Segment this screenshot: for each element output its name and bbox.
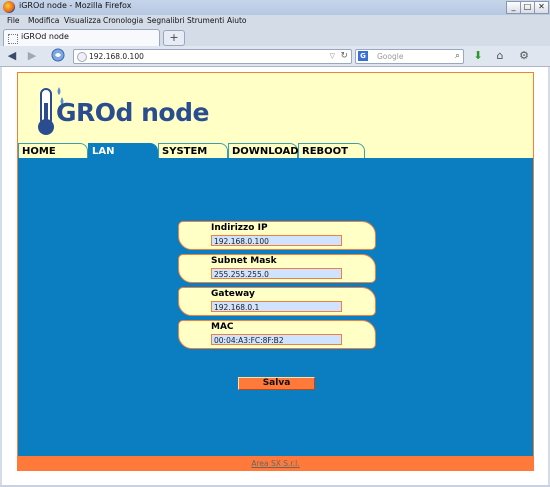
igrod-page: GROd node HOME LAN SYSTEM DOWNLOAD REBOO… [17,72,534,471]
menu-visualizza[interactable]: Visualizza [64,16,101,25]
maximize-button[interactable]: □ [520,1,535,14]
ip-address-label: Indirizzo IP [211,223,268,233]
nav-reboot[interactable]: REBOOT [298,143,365,158]
tab-strip: iGROd node + [0,27,550,46]
menu-cronologia[interactable]: Cronologia [103,16,143,25]
tab-title: iGROd node [21,32,69,41]
web-content: GROd node HOME LAN SYSTEM DOWNLOAD REBOO… [2,67,548,485]
nav-lan[interactable]: LAN [88,143,158,159]
logo-text: GROd node [56,98,209,127]
gateway-label: Gateway [211,289,255,299]
gateway-card: Gateway 192.168.0.1 [178,287,376,316]
nav-download[interactable]: DOWNLOAD [228,143,299,158]
title-bar: iGROd node - Mozilla Firefox _ □ ✕ [0,0,550,15]
page-footer: Area SX S.r.l. [17,456,534,471]
reload-icon[interactable]: ↻ [340,50,348,63]
firefox-icon [3,1,15,13]
navigation-toolbar: ◀ ▶ 192.168.0.100 ▽ ↻ G Google ⌕ ⬇ ⌂ ⚙ [0,46,550,67]
menu-file[interactable]: File [7,16,20,25]
forward-arrow-icon[interactable]: ▶ [24,48,40,64]
subnet-mask-field[interactable]: 255.255.255.0 [211,268,342,279]
lan-settings-panel: Indirizzo IP 192.168.0.100 Subnet Mask 2… [17,158,534,456]
save-button[interactable]: Salva [238,377,315,390]
gateway-field[interactable]: 192.168.0.1 [211,301,342,312]
menu-segnalibri[interactable]: Segnalibri [147,16,185,25]
mac-card: MAC 00:04:A3:FC:8F:B2 [178,320,376,349]
menu-aiuto[interactable]: Aiuto [227,16,247,25]
back-arrow-icon[interactable]: ◀ [4,48,20,64]
site-nav: HOME LAN SYSTEM DOWNLOAD REBOOT [18,143,535,159]
page-header: GROd node HOME LAN SYSTEM DOWNLOAD REBOO… [17,72,535,159]
window-title: iGROd node - Mozilla Firefox [19,1,132,10]
search-placeholder: Google [377,52,404,61]
url-bar[interactable]: 192.168.0.100 ▽ ↻ [73,49,352,64]
identity-icon[interactable] [50,48,66,64]
url-text: 192.168.0.100 [89,52,144,61]
footer-link[interactable]: Area SX S.r.l. [251,459,299,468]
download-icon[interactable]: ⬇ [470,48,486,64]
dropdown-arrow-icon[interactable]: ▽ [330,50,335,63]
menu-strumenti[interactable]: Strumenti [187,16,224,25]
addons-icon[interactable]: ⚙ [516,48,532,64]
minimize-button[interactable]: _ [506,1,521,14]
ip-address-field[interactable]: 192.168.0.100 [211,235,342,246]
menu-bar: File Modifica Visualizza Cronologia Segn… [0,15,550,27]
google-icon[interactable]: G [358,51,368,61]
menu-modifica[interactable]: Modifica [28,16,59,25]
page-favicon-icon [8,34,18,44]
new-tab-button[interactable]: + [163,30,185,46]
nav-home[interactable]: HOME [18,143,88,158]
search-magnifier-icon[interactable]: ⌕ [455,50,460,63]
globe-icon [77,52,87,62]
subnet-mask-card: Subnet Mask 255.255.255.0 [178,254,376,283]
mac-label: MAC [211,322,234,332]
browser-window: iGROd node - Mozilla Firefox _ □ ✕ File … [0,0,550,487]
mac-field[interactable]: 00:04:A3:FC:8F:B2 [211,334,342,345]
close-button[interactable]: ✕ [534,1,549,14]
ip-address-card: Indirizzo IP 192.168.0.100 [178,221,376,250]
home-icon[interactable]: ⌂ [492,48,508,64]
search-box[interactable]: G Google ⌕ [355,49,464,64]
browser-tab[interactable]: iGROd node [3,29,160,46]
nav-system[interactable]: SYSTEM [158,143,228,158]
subnet-mask-label: Subnet Mask [211,256,277,266]
